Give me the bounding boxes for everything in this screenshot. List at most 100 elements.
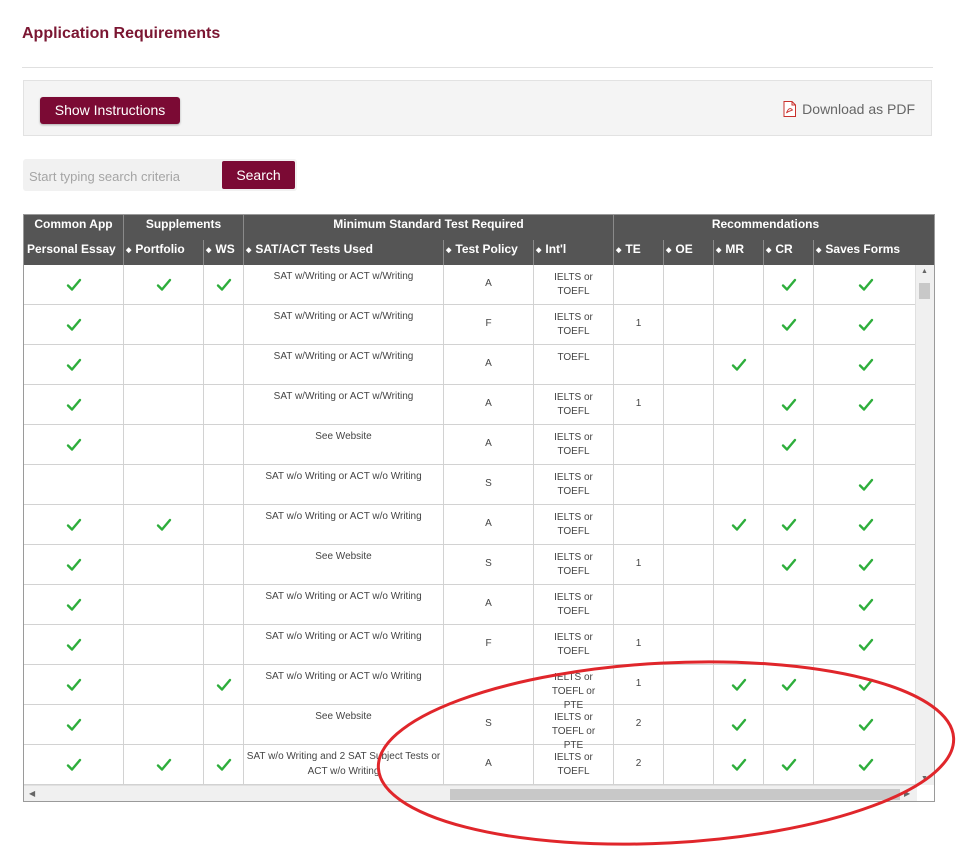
- intl-cell-text: IELTS or TOEFL: [554, 592, 593, 617]
- intl-cell: TOEFL: [534, 345, 614, 385]
- tests-used-cell: SAT w/o Writing or ACT w/o Writing: [244, 465, 444, 505]
- tests-used-cell-text: SAT w/Writing or ACT w/Writing: [273, 311, 414, 322]
- portfolio-cell: [124, 345, 204, 385]
- personal-essay-cell: [24, 505, 124, 545]
- col-header-mr[interactable]: ◆ MR: [716, 242, 744, 256]
- table-row[interactable]: SAT w/o Writing or ACT w/o Writing F IELTS…: [24, 625, 917, 665]
- search-button[interactable]: Search: [222, 161, 295, 189]
- col-header-test-policy[interactable]: ◆ Test Policy: [446, 242, 518, 256]
- test-policy-cell: S: [444, 705, 534, 745]
- saves-forms-cell: [814, 465, 917, 505]
- checkmark-icon: [781, 437, 797, 453]
- intl-cell-text: IELTS or TOEFL: [554, 432, 593, 457]
- search-input[interactable]: [27, 163, 221, 189]
- checkmark-icon: [66, 437, 82, 453]
- table-row[interactable]: See Website S IELTS or TOEFL or PTE 2: [24, 705, 917, 751]
- tests-used-cell: SAT w/Writing or ACT w/Writing: [244, 385, 444, 425]
- personal-essay-cell: [24, 705, 124, 745]
- te-cell-text: 2: [635, 758, 642, 769]
- mr-cell: [714, 505, 764, 545]
- vertical-scrollbar[interactable]: ▲ ▼: [915, 265, 934, 785]
- table-row[interactable]: SAT w/o Writing and 2 SAT Subject Tests …: [24, 745, 917, 785]
- intl-cell-text: IELTS or TOEFL: [554, 632, 593, 657]
- checkmark-icon: [858, 277, 874, 293]
- te-cell: [614, 265, 664, 305]
- checkmark-icon: [66, 557, 82, 573]
- page-title: Application Requirements: [22, 25, 221, 42]
- download-pdf-link[interactable]: Download as PDF: [783, 101, 915, 117]
- table-row[interactable]: See Website A IELTS or TOEFL: [24, 425, 917, 465]
- checkmark-icon: [216, 757, 232, 773]
- checkmark-icon: [66, 757, 82, 773]
- intl-cell: IELTS or TOEFL: [534, 425, 614, 465]
- intl-cell: IELTS or TOEFL or PTE: [534, 665, 614, 711]
- mr-cell: [714, 425, 764, 465]
- table-row[interactable]: SAT w/o Writing or ACT w/o Writing IELTS …: [24, 665, 917, 711]
- tests-used-cell-text: See Website: [315, 711, 372, 722]
- test-policy-cell-text: S: [485, 718, 492, 729]
- mr-cell: [714, 745, 764, 785]
- group-header-common-app: Common App: [34, 217, 113, 231]
- portfolio-cell: [124, 465, 204, 505]
- cr-cell: [764, 625, 814, 665]
- col-header-oe[interactable]: ◆ OE: [666, 242, 693, 256]
- col-header-sat-act[interactable]: ◆ SAT/ACT Tests Used: [246, 242, 373, 256]
- checkmark-icon: [731, 517, 747, 533]
- ws-cell: [204, 305, 244, 345]
- checkmark-icon: [858, 717, 874, 733]
- col-header-cr[interactable]: ◆ CR: [766, 242, 793, 256]
- group-header-supplements: Supplements: [145, 217, 222, 231]
- table-row[interactable]: SAT w/Writing or ACT w/Writing A IELTS or …: [24, 385, 917, 425]
- table-row[interactable]: See Website S IELTS or TOEFL 1: [24, 545, 917, 585]
- oe-cell: [664, 705, 714, 745]
- oe-cell: [664, 545, 714, 585]
- horizontal-scroll-thumb[interactable]: [450, 789, 900, 800]
- portfolio-cell: [124, 545, 204, 585]
- table-row[interactable]: SAT w/Writing or ACT w/Writing A TOEFL: [24, 345, 917, 385]
- table-row[interactable]: SAT w/o Writing or ACT w/o Writing A IELTS…: [24, 585, 917, 625]
- scroll-left-icon[interactable]: ◀: [29, 789, 35, 798]
- col-header-te[interactable]: ◆ TE: [616, 242, 641, 256]
- te-cell: [614, 585, 664, 625]
- tests-used-cell-text: SAT w/o Writing or ACT w/o Writing: [265, 511, 422, 522]
- oe-cell: [664, 505, 714, 545]
- portfolio-cell: [124, 265, 204, 305]
- intl-cell: IELTS or TOEFL: [534, 545, 614, 585]
- scroll-down-icon[interactable]: ▼: [921, 775, 928, 782]
- col-header-ws[interactable]: ◆ WS: [206, 242, 235, 256]
- ws-cell: [204, 625, 244, 665]
- intl-cell-text: IELTS or TOEFL: [554, 272, 593, 297]
- intl-cell: IELTS or TOEFL: [534, 505, 614, 545]
- te-cell: [614, 505, 664, 545]
- te-cell: 2: [614, 705, 664, 745]
- checkmark-icon: [156, 277, 172, 293]
- col-header-saves-forms[interactable]: ◆ Saves Forms: [816, 242, 900, 256]
- intl-cell: IELTS or TOEFL: [534, 305, 614, 345]
- scroll-up-icon[interactable]: ▲: [921, 268, 928, 275]
- checkmark-icon: [858, 757, 874, 773]
- checkmark-icon: [66, 517, 82, 533]
- scroll-right-icon[interactable]: ▶: [904, 789, 910, 798]
- col-header-intl[interactable]: ◆ Int'l: [536, 242, 566, 256]
- intl-cell-text: IELTS or TOEFL: [554, 472, 593, 497]
- test-policy-cell: S: [444, 465, 534, 505]
- table-row[interactable]: SAT w/Writing or ACT w/Writing F IELTS or …: [24, 305, 917, 345]
- test-policy-cell-text: S: [485, 558, 492, 569]
- saves-forms-cell: [814, 585, 917, 625]
- checkmark-icon: [858, 317, 874, 333]
- checkmark-icon: [781, 397, 797, 413]
- intl-cell-text: IELTS or TOEFL: [554, 512, 593, 537]
- col-header-portfolio[interactable]: ◆ Portfolio: [126, 242, 185, 256]
- personal-essay-cell: [24, 625, 124, 665]
- show-instructions-button[interactable]: Show Instructions: [40, 97, 180, 124]
- table-row[interactable]: SAT w/o Writing or ACT w/o Writing A IELTS…: [24, 505, 917, 545]
- table-row[interactable]: SAT w/o Writing or ACT w/o Writing S IELTS…: [24, 465, 917, 505]
- col-header-personal-essay[interactable]: Personal Essay: [27, 242, 116, 256]
- intl-cell-text: IELTS or TOEFL: [554, 392, 593, 417]
- table-row[interactable]: SAT w/Writing or ACT w/Writing A IELTS or …: [24, 265, 917, 305]
- tests-used-cell-text: SAT w/o Writing or ACT w/o Writing: [265, 591, 422, 602]
- vertical-scroll-thumb[interactable]: [919, 283, 930, 299]
- horizontal-scrollbar[interactable]: ◀ ▶: [24, 785, 917, 801]
- te-cell: 2: [614, 745, 664, 785]
- test-policy-cell: A: [444, 585, 534, 625]
